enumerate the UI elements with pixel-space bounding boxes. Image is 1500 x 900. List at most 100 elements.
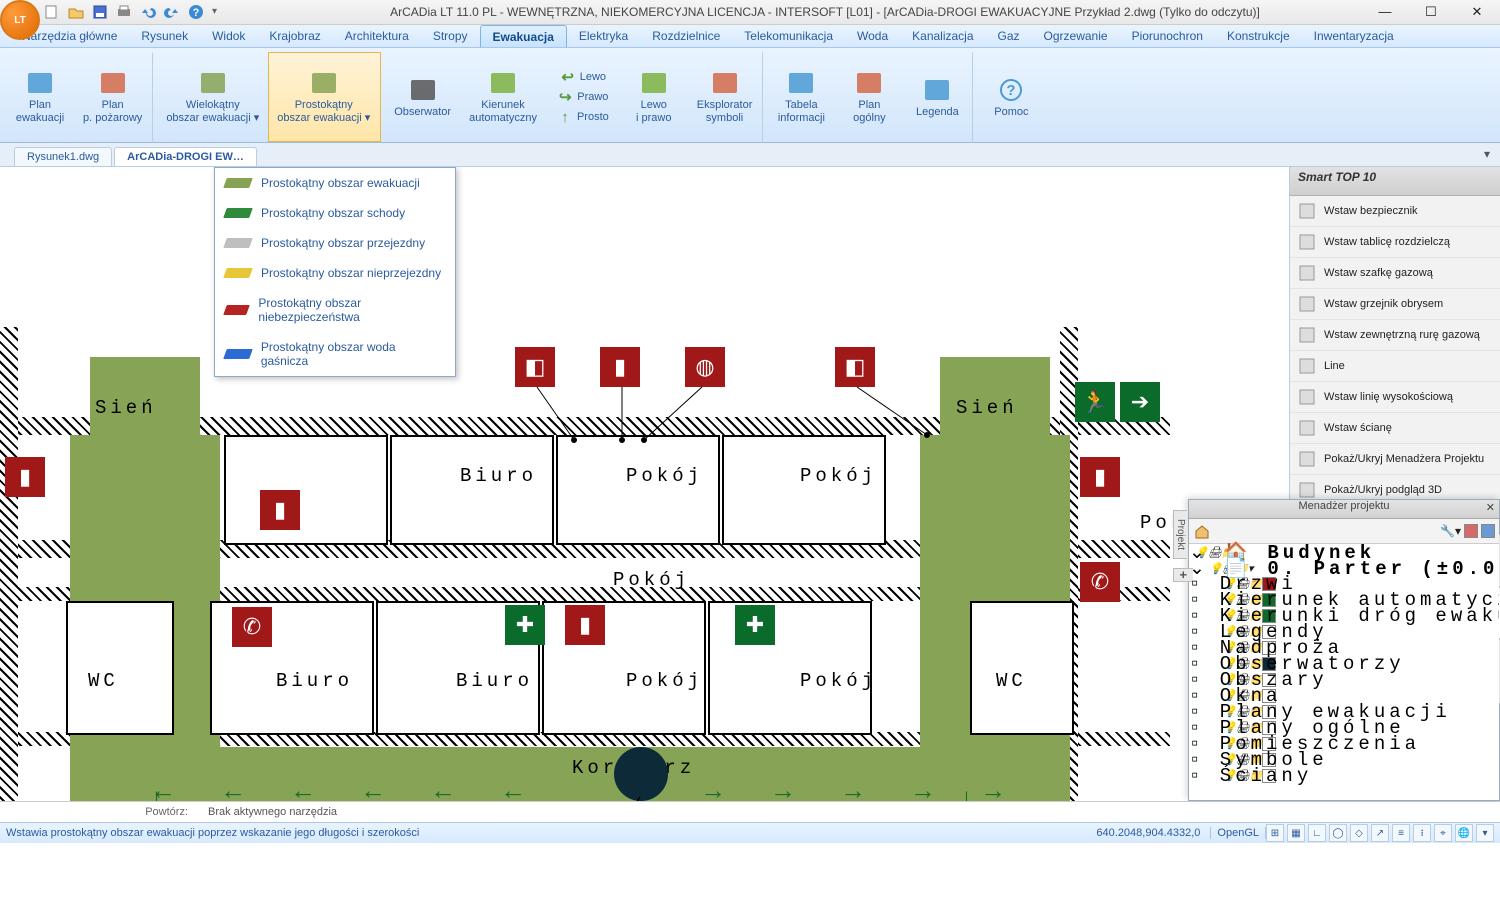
project-opt1-icon[interactable] xyxy=(1464,524,1478,538)
smart-top-item[interactable]: Wstaw szafkę gazową xyxy=(1290,258,1500,289)
dropdown-item[interactable]: Prostokątny obszar przejezdny xyxy=(215,228,455,258)
dropdown-item[interactable]: Prostokątny obszar nieprzejezdny xyxy=(215,258,455,288)
qat-redo-icon[interactable] xyxy=(164,4,180,20)
status-render-mode[interactable]: OpenGL xyxy=(1210,827,1266,839)
project-filter-icon[interactable]: 🔧▾ xyxy=(1440,524,1461,538)
polygon-area-button[interactable]: Wielokątnyobszar ewakuacji ▾ xyxy=(157,52,268,142)
plan-fire-button[interactable]: Planp. pożarowy xyxy=(74,52,153,142)
sign-first-aid: ✚ xyxy=(505,605,545,645)
tree-row[interactable]: ▫ Ściany💡🖨📁 xyxy=(1189,768,1499,784)
project-tree[interactable]: ⌄ 🏠 Budynek💡🖨📁▾⌄ 📄 0. Parter (±0.00=0.00… xyxy=(1189,544,1499,800)
qat-help-icon[interactable]: ? xyxy=(188,4,204,20)
doc-tabs-menu-icon[interactable]: ▾ xyxy=(1484,147,1490,161)
menu-tab-ogrzewanie[interactable]: Ogrzewanie xyxy=(1032,25,1120,47)
menu-tab-krajobraz[interactable]: Krajobraz xyxy=(257,25,332,47)
project-opt2-icon[interactable] xyxy=(1481,524,1495,538)
room-label: Pokój xyxy=(626,670,703,692)
view3d-icon xyxy=(1298,481,1316,499)
menu-tab-elektryka[interactable]: Elektryka xyxy=(567,25,640,47)
rect-area-icon xyxy=(307,69,341,97)
sign-extinguisher: ▮ xyxy=(260,490,300,530)
qat-new-icon[interactable] xyxy=(44,4,60,20)
document-tab[interactable]: Rysunek1.dwg xyxy=(14,147,112,166)
menu-tab-kanalizacja[interactable]: Kanalizacja xyxy=(900,25,985,47)
smart-top-item[interactable]: Wstaw grzejnik obrysem xyxy=(1290,289,1500,320)
sign-fire-alarm: ◧ xyxy=(835,347,875,387)
sign-phone-fire: ✆ xyxy=(1080,562,1120,602)
dropdown-item[interactable]: Prostokątny obszar schody xyxy=(215,198,455,228)
info-table-button[interactable]: Tabelainformacji xyxy=(767,52,835,142)
app-logo[interactable]: LT xyxy=(0,0,40,40)
menu-tab-konstrukcje[interactable]: Konstrukcje xyxy=(1215,25,1302,47)
plan-evac-button[interactable]: Planewakuacji xyxy=(6,52,74,142)
dropdown-item[interactable]: Prostokątny obszar ewakuacji xyxy=(215,168,455,198)
menu-tab-stropy[interactable]: Stropy xyxy=(421,25,480,47)
qat-open-icon[interactable] xyxy=(68,4,84,20)
room-label: Biuro xyxy=(456,670,533,692)
legend-button[interactable]: Legenda xyxy=(903,52,973,142)
smart-top-item[interactable]: Wstaw zewnętrzną rurę gazową xyxy=(1290,320,1500,351)
arrow-left-button[interactable]: ↩Lewo xyxy=(552,67,614,87)
dropdown-item[interactable]: Prostokątny obszar niebezpieczeństwa xyxy=(215,288,455,332)
menu-tab-inwentaryzacja[interactable]: Inwentaryzacja xyxy=(1302,25,1406,47)
menu-tab-telekomunikacja[interactable]: Telekomunikacja xyxy=(732,25,845,47)
status-track-icon[interactable]: ↗ xyxy=(1371,824,1389,842)
status-polar-icon[interactable]: ◯ xyxy=(1329,824,1347,842)
split-lr-button[interactable]: Lewoi prawo xyxy=(620,52,688,142)
status-lwt-icon[interactable]: ≡ xyxy=(1392,824,1410,842)
close-button[interactable]: ✕ xyxy=(1454,0,1500,24)
status-target-icon[interactable]: ⌖ xyxy=(1434,824,1452,842)
drawing-canvas[interactable]: Prostokątny obszar ewakuacjiProstokątny … xyxy=(0,167,1289,801)
status-dropdown-icon[interactable]: ▾ xyxy=(1476,824,1494,842)
project-home-icon[interactable] xyxy=(1193,522,1211,540)
status-grid-icon[interactable]: ▦ xyxy=(1287,824,1305,842)
menu-tab-widok[interactable]: Widok xyxy=(200,25,257,47)
status-snap-icon[interactable]: ⊞ xyxy=(1266,824,1284,842)
arrow-right-button[interactable]: ↪Prawo xyxy=(552,87,614,107)
qat-undo-icon[interactable] xyxy=(140,4,156,20)
smart-top-item[interactable]: Line xyxy=(1290,351,1500,382)
smart-top-item[interactable]: Wstaw linię wysokościową xyxy=(1290,382,1500,413)
qat-save-icon[interactable] xyxy=(92,4,108,20)
menu-tab-piorunochron[interactable]: Piorunochron xyxy=(1120,25,1215,47)
auto-dir-button[interactable]: Kierunekautomatyczny xyxy=(460,52,546,142)
maximize-button[interactable]: ☐ xyxy=(1408,0,1454,24)
status-model-icon[interactable]: ᎒ xyxy=(1413,824,1431,842)
rect-area-button[interactable]: Prostokątnyobszar ewakuacji ▾ xyxy=(268,52,381,142)
general-plan-button[interactable]: Planogólny xyxy=(835,52,903,142)
status-bar: Wstawia prostokątny obszar ewakuacji pop… xyxy=(0,822,1500,843)
menu-tab-rozdzielnice[interactable]: Rozdzielnice xyxy=(640,25,732,47)
smart-top-item[interactable]: Wstaw tablicę rozdzielczą xyxy=(1290,227,1500,258)
status-ortho-icon[interactable]: ∟ xyxy=(1308,824,1326,842)
smart-top-item[interactable]: Wstaw bezpiecznik xyxy=(1290,196,1500,227)
project-manager-panel[interactable]: Projekt + PodrysRzut 1Widok 3D Menadżer … xyxy=(1188,499,1500,801)
document-tab[interactable]: ArCADia-DROGI EW… xyxy=(114,147,257,166)
room-label: Pokój xyxy=(626,465,703,487)
status-globe-icon[interactable]: 🌐 xyxy=(1455,824,1473,842)
title-bar: LT ? ▾ ArCADia LT 11.0 PL - WEWNĘTRZNA, … xyxy=(0,0,1500,25)
window-title: ArCADia LT 11.0 PL - WEWNĘTRZNA, NIEKOME… xyxy=(288,5,1362,19)
qat-print-icon[interactable] xyxy=(116,4,132,20)
menu-tab-rysunek[interactable]: Rysunek xyxy=(129,25,200,47)
menu-tab-architektura[interactable]: Architektura xyxy=(333,25,421,47)
dropdown-item[interactable]: Prostokątny obszar woda gaśnicza xyxy=(215,332,455,376)
menu-tab-woda[interactable]: Woda xyxy=(845,25,900,47)
menu-tab-gaz[interactable]: Gaz xyxy=(986,25,1032,47)
observer-button[interactable]: Obserwator xyxy=(385,52,460,142)
command-text[interactable]: Brak aktywnego narzędzia xyxy=(208,806,337,818)
project-title-bar[interactable]: Menadżer projektu ✕ xyxy=(1189,500,1499,519)
switchboard-icon xyxy=(1298,233,1316,251)
help-button[interactable]: ?Pomoc xyxy=(977,52,1045,142)
project-side-tab[interactable]: Projekt xyxy=(1173,510,1187,559)
smart-top-item[interactable]: Pokaż/Ukryj Menadżera Projektu xyxy=(1290,444,1500,475)
minimize-button[interactable]: — xyxy=(1362,0,1408,24)
qat-dropdown-icon[interactable]: ▾ xyxy=(212,4,228,20)
symbol-explorer-button[interactable]: Eksploratorsymboli xyxy=(688,52,764,142)
project-close-icon[interactable]: ✕ xyxy=(1486,501,1495,514)
rect-area-dropdown: Prostokątny obszar ewakuacjiProstokątny … xyxy=(214,167,456,377)
menu-tab-ewakuacja[interactable]: Ewakuacja xyxy=(480,25,567,47)
status-osnap-icon[interactable]: ◇ xyxy=(1350,824,1368,842)
evac-arrow-icon: ← xyxy=(500,775,526,801)
smart-top-item[interactable]: Wstaw ścianę xyxy=(1290,413,1500,444)
arrow-up-button[interactable]: ↑Prosto xyxy=(552,107,614,127)
